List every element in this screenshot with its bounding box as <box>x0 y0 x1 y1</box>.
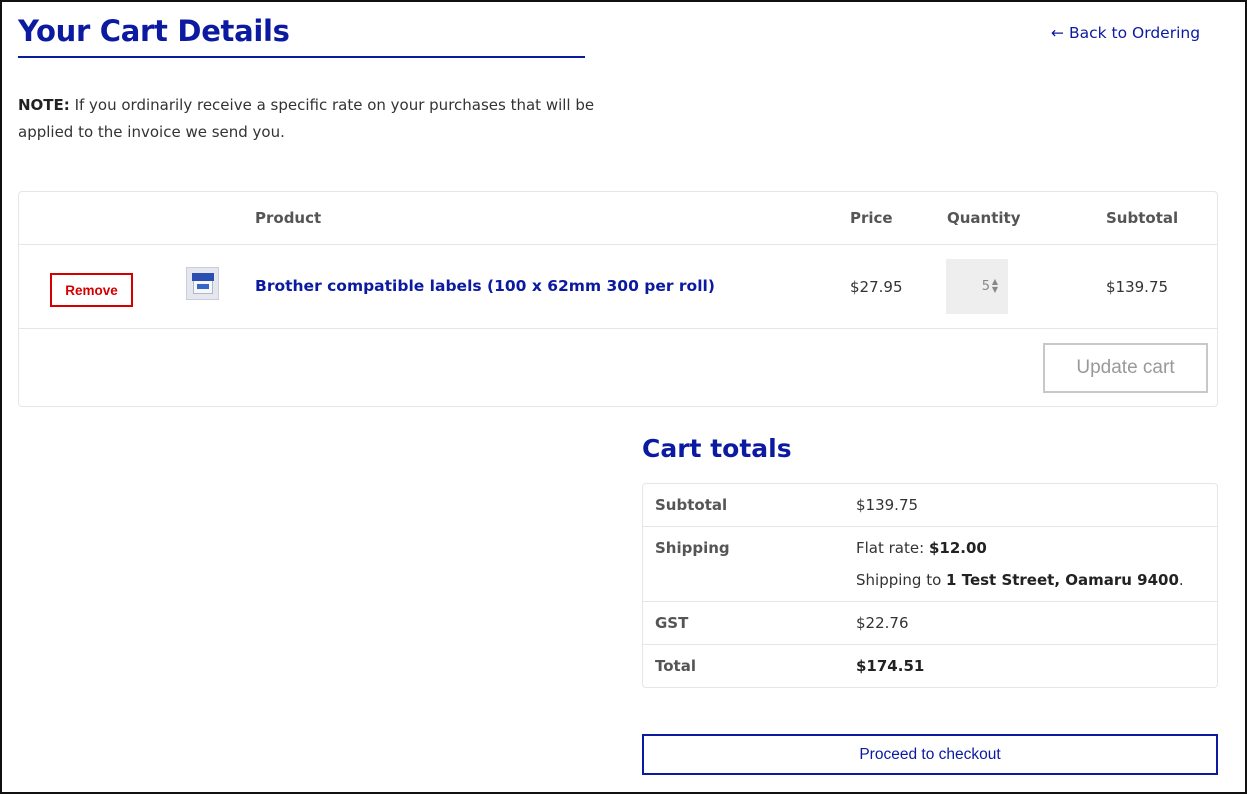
arrow-left-icon: ← <box>1051 24 1064 42</box>
subtotal-label: Subtotal <box>655 496 728 514</box>
shipping-cost: $12.00 <box>928 539 987 557</box>
gst-value: $22.76 <box>856 614 909 632</box>
back-link-label: Back to Ordering <box>1069 24 1201 42</box>
totals-row-total: Total $174.51 <box>643 645 1217 688</box>
shipping-label: Shipping <box>655 539 730 557</box>
item-price: $27.95 <box>850 278 903 296</box>
shipping-method: Flat rate: $12.00 <box>856 539 987 557</box>
note-body: If you ordinarily receive a specific rat… <box>18 96 595 141</box>
total-label: Total <box>655 657 696 675</box>
remove-item-button[interactable]: Remove <box>50 273 133 307</box>
header-product: Product <box>255 209 322 227</box>
product-name-link[interactable]: Brother compatible labels (100 x 62mm 30… <box>255 277 715 295</box>
cart-totals-table: Subtotal $139.75 Shipping Flat rate: $12… <box>642 483 1218 688</box>
subtotal-value: $139.75 <box>856 496 919 514</box>
totals-row-gst: GST $22.76 <box>643 602 1217 645</box>
cart-totals-title: Cart totals <box>642 434 792 463</box>
shipping-destination: Shipping to 1 Test Street, Oamaru 9400. <box>856 571 1184 589</box>
header-price: Price <box>850 209 893 227</box>
cart-item-row: Remove Brother compatible labels (100 x … <box>19 245 1217 329</box>
cart-table-header: Product Price Quantity Subtotal <box>19 192 1217 245</box>
note-label: NOTE: <box>18 96 70 114</box>
spinner-arrows-icon[interactable]: ▲ ▼ <box>990 278 1000 294</box>
totals-row-shipping: Shipping Flat rate: $12.00 Shipping to 1… <box>643 527 1217 602</box>
header-subtotal: Subtotal <box>1106 209 1179 227</box>
note-text: NOTE: If you ordinarily receive a specif… <box>18 92 598 146</box>
total-value: $174.51 <box>856 657 925 675</box>
gst-label: GST <box>655 614 689 632</box>
quantity-value: 5 <box>981 279 990 294</box>
update-cart-button[interactable]: Update cart <box>1043 343 1208 393</box>
page-title: Your Cart Details <box>18 14 290 48</box>
item-subtotal: $139.75 <box>1106 278 1169 296</box>
cart-table: Product Price Quantity Subtotal Remove B… <box>18 191 1218 407</box>
title-underline <box>18 56 585 58</box>
back-to-ordering-link[interactable]: ← Back to Ordering <box>1051 24 1200 42</box>
header-quantity: Quantity <box>947 209 1021 227</box>
shipping-address: 1 Test Street, Oamaru 9400 <box>946 571 1179 589</box>
product-thumbnail[interactable] <box>186 267 219 300</box>
totals-row-subtotal: Subtotal $139.75 <box>643 484 1217 527</box>
proceed-to-checkout-button[interactable]: Proceed to checkout <box>642 734 1218 775</box>
quantity-stepper[interactable]: 5 ▲ ▼ <box>946 259 1008 314</box>
